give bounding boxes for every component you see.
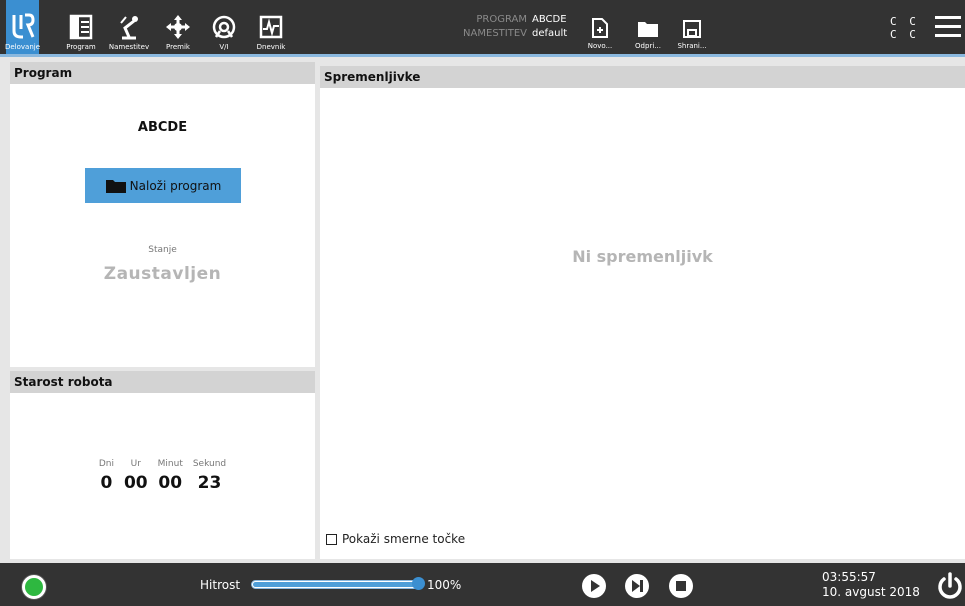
- save-icon: [683, 20, 701, 38]
- speed-slider-fill: [253, 582, 419, 587]
- folder-icon: [638, 22, 658, 37]
- io-icon: [212, 15, 236, 39]
- program-key: PROGRAM: [476, 14, 527, 25]
- new-program-button[interactable]: Novo...: [580, 6, 620, 50]
- robot-age-counters: Dni 0 Ur 00 Minut 00 Sekund 23: [10, 459, 315, 493]
- hamburger-menu-icon[interactable]: [935, 16, 961, 38]
- age-hours: Ur 00: [124, 459, 148, 493]
- power-icon[interactable]: [936, 572, 964, 600]
- save-program-button[interactable]: Shrani...: [672, 6, 712, 50]
- age-seconds-value: 23: [197, 473, 222, 493]
- nav-label: Dnevnik: [256, 43, 286, 51]
- program-panel: Program ABCDE Naloži program Stanje Zaus…: [10, 62, 315, 367]
- status-cc: C C C C: [890, 15, 919, 41]
- new-file-icon: [592, 18, 608, 38]
- show-waypoints-checkbox[interactable]: [326, 533, 337, 545]
- log-icon: [259, 15, 283, 39]
- age-days-value: 0: [100, 473, 113, 493]
- ur-logo-icon: [12, 13, 35, 39]
- age-minutes: Minut 00: [158, 459, 183, 493]
- nav-program[interactable]: Program: [61, 0, 101, 54]
- folder-icon: [105, 179, 126, 193]
- move-icon: [166, 15, 190, 39]
- step-icon[interactable]: [624, 573, 650, 599]
- age-hours-value: 00: [123, 473, 148, 493]
- clock-date: 10. avgust 2018: [822, 585, 920, 599]
- program-value: ABCDE: [532, 14, 567, 25]
- program-name: ABCDE: [137, 120, 188, 135]
- variables-panel-title: Spremenljivke: [320, 66, 965, 88]
- program-info: PROGRAM ABCDE NAMESTITEV default: [440, 13, 570, 41]
- nav-label: Namestitev: [108, 43, 150, 51]
- program-icon: [69, 14, 93, 40]
- nav-delovanje[interactable]: Delovanje: [4, 0, 41, 54]
- clock: 03:55:57 10. avgust 2018: [822, 570, 920, 600]
- age-seconds: Sekund 23: [193, 459, 226, 493]
- new-label: Novo...: [587, 42, 613, 50]
- installation-icon: [120, 16, 138, 40]
- open-label: Odpri...: [635, 42, 661, 50]
- top-bar-divider: [0, 54, 965, 57]
- no-variables-text: Ni spremenljivk: [572, 247, 713, 266]
- speed-slider[interactable]: [251, 577, 425, 590]
- nav-label: Program: [66, 43, 96, 51]
- speed-slider-handle[interactable]: [412, 577, 425, 590]
- speed-label: Hitrost: [200, 578, 241, 592]
- status-cc-row: C C: [890, 15, 919, 28]
- stop-icon[interactable]: [668, 573, 694, 599]
- nav-label: Delovanje: [4, 43, 41, 51]
- installation-value: default: [532, 28, 568, 39]
- show-waypoints-toggle[interactable]: Pokaži smerne točke: [326, 532, 465, 546]
- age-hours-label: Ur: [130, 459, 141, 469]
- installation-key: NAMESTITEV: [463, 28, 527, 39]
- variables-panel: Spremenljivke Ni spremenljivk Pokaži sme…: [320, 66, 965, 559]
- nav-premik[interactable]: Premik: [160, 0, 196, 54]
- clock-time: 03:55:57: [822, 570, 876, 584]
- bottom-bar: [0, 563, 965, 606]
- age-days-label: Dni: [98, 459, 114, 469]
- show-waypoints-label: Pokaži smerne točke: [342, 532, 466, 546]
- nav-namestitev[interactable]: Namestitev: [106, 0, 152, 54]
- robot-age-title: Starost robota: [10, 371, 315, 393]
- state-label: Stanje: [148, 245, 177, 255]
- nav-vi[interactable]: V/I: [206, 0, 242, 54]
- status-cc-row: C C: [890, 28, 919, 41]
- nav-dnevnik[interactable]: Dnevnik: [253, 0, 289, 54]
- nav-label: Premik: [166, 43, 190, 51]
- age-seconds-label: Sekund: [192, 459, 227, 469]
- play-icon[interactable]: [581, 573, 607, 599]
- save-label: Shrani...: [677, 42, 707, 50]
- age-days: Dni 0: [99, 459, 114, 493]
- state-value: Zaustavljen: [103, 264, 222, 284]
- robot-status-indicator[interactable]: [22, 575, 46, 599]
- program-panel-title: Program: [10, 62, 315, 84]
- top-bar: Delovanje Program Namestitev Premik V/I …: [0, 0, 965, 54]
- open-program-button[interactable]: Odpri...: [628, 6, 668, 50]
- age-minutes-value: 00: [158, 473, 183, 493]
- load-program-label: Naloži program: [129, 178, 222, 193]
- load-program-button[interactable]: Naloži program: [85, 168, 241, 203]
- speed-value: 100%: [427, 578, 462, 592]
- robot-age-panel: Starost robota Dni 0 Ur 00 Minut 00 Seku…: [10, 371, 315, 559]
- nav-label: V/I: [219, 43, 229, 51]
- age-minutes-label: Minut: [157, 459, 183, 469]
